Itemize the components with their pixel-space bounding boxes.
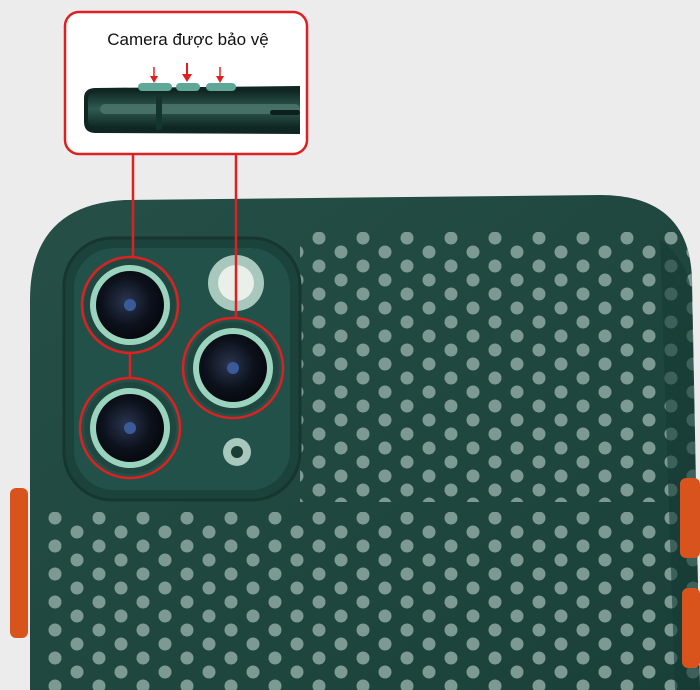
side-button-right-bottom	[682, 588, 700, 668]
lens-bump	[176, 83, 200, 91]
lens-bump	[138, 83, 172, 91]
ventilation-holes	[300, 232, 700, 502]
callout-label: Camera được bảo vệ	[107, 30, 269, 49]
camera-lens-top-left	[84, 259, 176, 351]
phone-side-view	[84, 83, 300, 134]
camera-lens-right	[187, 322, 279, 414]
lens-bump	[206, 83, 236, 91]
side-button-left	[10, 488, 28, 638]
side-button-right-top	[680, 478, 700, 558]
camera-lens-bottom-left	[84, 382, 176, 474]
microphone-hole	[223, 438, 251, 466]
product-photo	[10, 10, 700, 690]
